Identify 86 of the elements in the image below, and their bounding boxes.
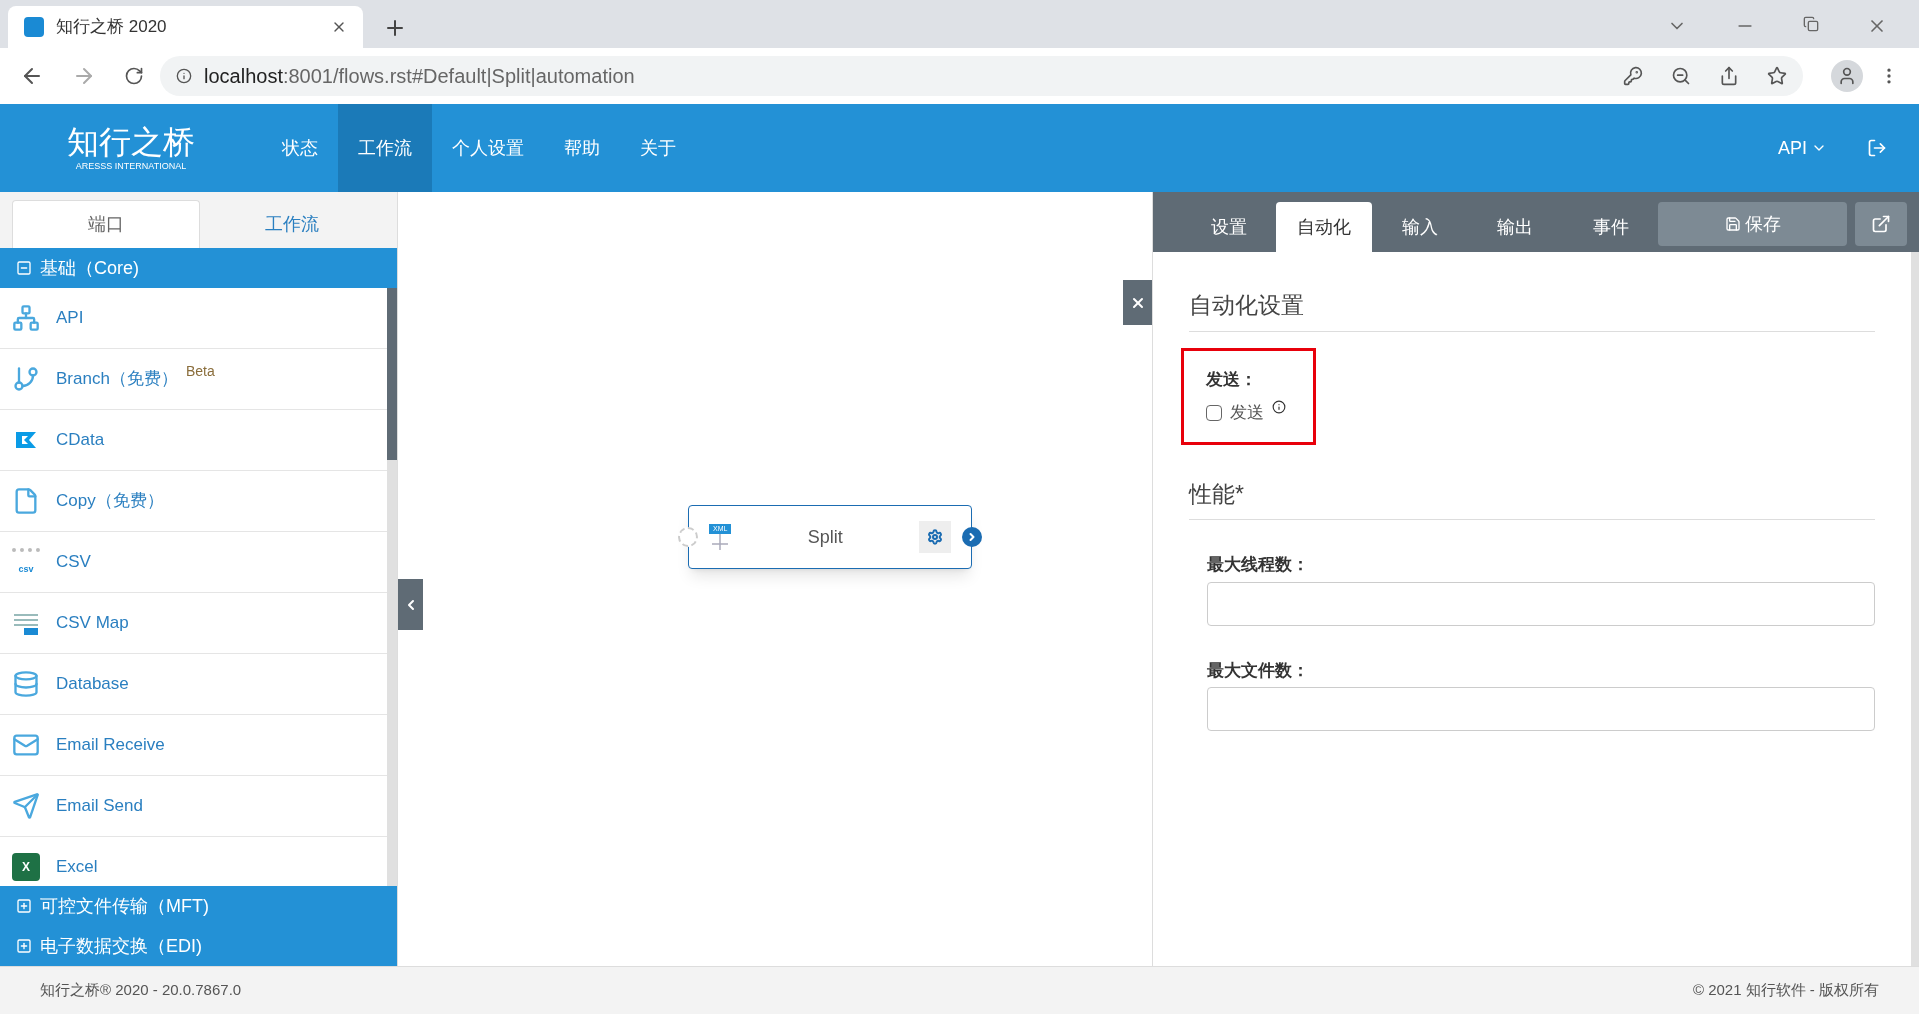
field-label: 最大文件数： xyxy=(1207,659,1310,682)
paper-plane-icon xyxy=(12,792,40,820)
node-settings-button[interactable] xyxy=(919,521,951,553)
input-field[interactable] xyxy=(1207,581,1875,626)
connector-list-item[interactable]: Branch（免费） Beta xyxy=(0,349,387,410)
group-title: 可控文件传输（MFT) xyxy=(40,894,209,918)
info-icon[interactable] xyxy=(1272,400,1286,414)
bookmark-star-icon[interactable] xyxy=(1767,66,1787,86)
branch-icon xyxy=(12,365,40,393)
group-header[interactable]: 电子数据交换（EDI) xyxy=(0,926,397,966)
site-favicon-icon xyxy=(24,17,44,37)
share-icon[interactable] xyxy=(1719,66,1739,86)
item-label: CData xyxy=(56,429,105,452)
group-header[interactable]: 可控文件传输（MFT) xyxy=(0,886,397,926)
item-label: API xyxy=(56,307,84,330)
beta-label: Beta xyxy=(185,362,215,381)
sidebar-tab[interactable]: 端口 xyxy=(12,200,200,248)
tab-title: 知行之桥 2020 xyxy=(56,16,168,39)
open-external-button[interactable] xyxy=(1855,202,1907,246)
logo-text: 知行之桥 xyxy=(67,125,195,158)
reload-icon[interactable] xyxy=(124,66,144,86)
checkbox[interactable] xyxy=(1206,404,1222,421)
save-icon xyxy=(1724,216,1741,232)
nav-link[interactable]: 个人设置 xyxy=(432,104,544,192)
logo-subtitle: ARESSS INTERNATIONAL xyxy=(75,161,187,171)
logout-icon[interactable] xyxy=(1867,138,1887,158)
connector-list-item[interactable]: Email Receive xyxy=(0,715,387,776)
url-text: localhost:8001/flows.rst#Default|Split|automation xyxy=(204,64,636,89)
external-link-icon xyxy=(1871,214,1892,234)
panel-tab[interactable]: 输出 xyxy=(1467,202,1563,252)
copyright-text: © 2021 知行软件 - 版权所有 xyxy=(1692,980,1879,1001)
item-label: Database xyxy=(56,673,129,696)
info-icon xyxy=(176,68,192,84)
item-label: Copy（免费） xyxy=(56,490,164,513)
group-title: 电子数据交换（EDI) xyxy=(40,934,202,958)
collapse-icon xyxy=(16,260,32,276)
item-label: Email Send xyxy=(56,795,143,818)
panel-tab[interactable]: 自动化 xyxy=(1276,202,1372,252)
group-header[interactable]: 基础（Core) xyxy=(0,248,397,288)
nav-link[interactable]: 状态 xyxy=(262,104,338,192)
spreadsheet-icon: X xyxy=(12,853,40,881)
browser-tab[interactable]: 知行之桥 2020 xyxy=(8,6,363,48)
item-label: Excel xyxy=(56,856,98,879)
connector-list-item[interactable]: CSV Map xyxy=(0,593,387,654)
expand-icon xyxy=(16,898,32,914)
database-icon xyxy=(12,670,40,698)
group-title: 基础（Core) xyxy=(40,256,139,280)
connector-list-item[interactable]: Database xyxy=(0,654,387,715)
input-field[interactable] xyxy=(1207,687,1875,731)
api-dropdown[interactable]: API xyxy=(1778,104,1827,192)
checkbox-label: 发送 xyxy=(1230,402,1264,424)
key-icon[interactable] xyxy=(1623,66,1643,86)
sidebar-tab[interactable]: 工作流 xyxy=(199,200,385,248)
scrollbar-thumb[interactable] xyxy=(387,288,397,460)
panel-scrollbar[interactable] xyxy=(1911,252,1919,966)
collapse-sidebar-handle[interactable] xyxy=(398,579,423,630)
item-label: CSV xyxy=(56,551,91,574)
version-text: 知行之桥® 2020 - 20.0.7867.0 xyxy=(40,980,242,1001)
section-title: 自动化设置 xyxy=(1189,288,1875,332)
connector-list-item[interactable]: CData xyxy=(0,410,387,471)
zoom-icon[interactable] xyxy=(1671,66,1691,86)
nav-link[interactable]: 帮助 xyxy=(544,104,620,192)
connector-list-item[interactable]: Copy（免费） xyxy=(0,471,387,532)
input-port-icon[interactable] xyxy=(678,527,698,547)
panel-tab[interactable]: 输入 xyxy=(1371,202,1468,252)
address-bar[interactable]: localhost:8001/flows.rst#Default|Split|automation xyxy=(160,56,1803,96)
gear-icon xyxy=(927,529,943,545)
item-label: Email Receive xyxy=(56,734,165,757)
expand-icon xyxy=(16,938,32,954)
connector-list-item[interactable]: Email Send xyxy=(0,776,387,837)
close-panel-button[interactable] xyxy=(1123,280,1152,325)
nav-link[interactable]: 工作流 xyxy=(338,104,432,192)
item-label: Branch（免费） xyxy=(56,368,178,391)
profile-avatar-icon[interactable] xyxy=(1831,60,1863,92)
section-title: 性能* xyxy=(1189,476,1875,520)
panel-tab[interactable]: 事件 xyxy=(1562,202,1659,252)
panel-tab[interactable]: 设置 xyxy=(1181,202,1277,252)
output-port-icon[interactable] xyxy=(962,527,982,547)
field-label: 最大线程数： xyxy=(1207,554,1310,576)
item-label: CSV Map xyxy=(56,612,129,635)
nav-link[interactable]: 关于 xyxy=(620,104,696,192)
connector-list-item[interactable]: API xyxy=(0,288,387,349)
node-label: Split xyxy=(806,525,844,549)
restore-icon[interactable] xyxy=(1803,16,1819,32)
field-label: 发送： xyxy=(1206,368,1258,391)
save-button[interactable]: 保存 xyxy=(1658,202,1848,246)
